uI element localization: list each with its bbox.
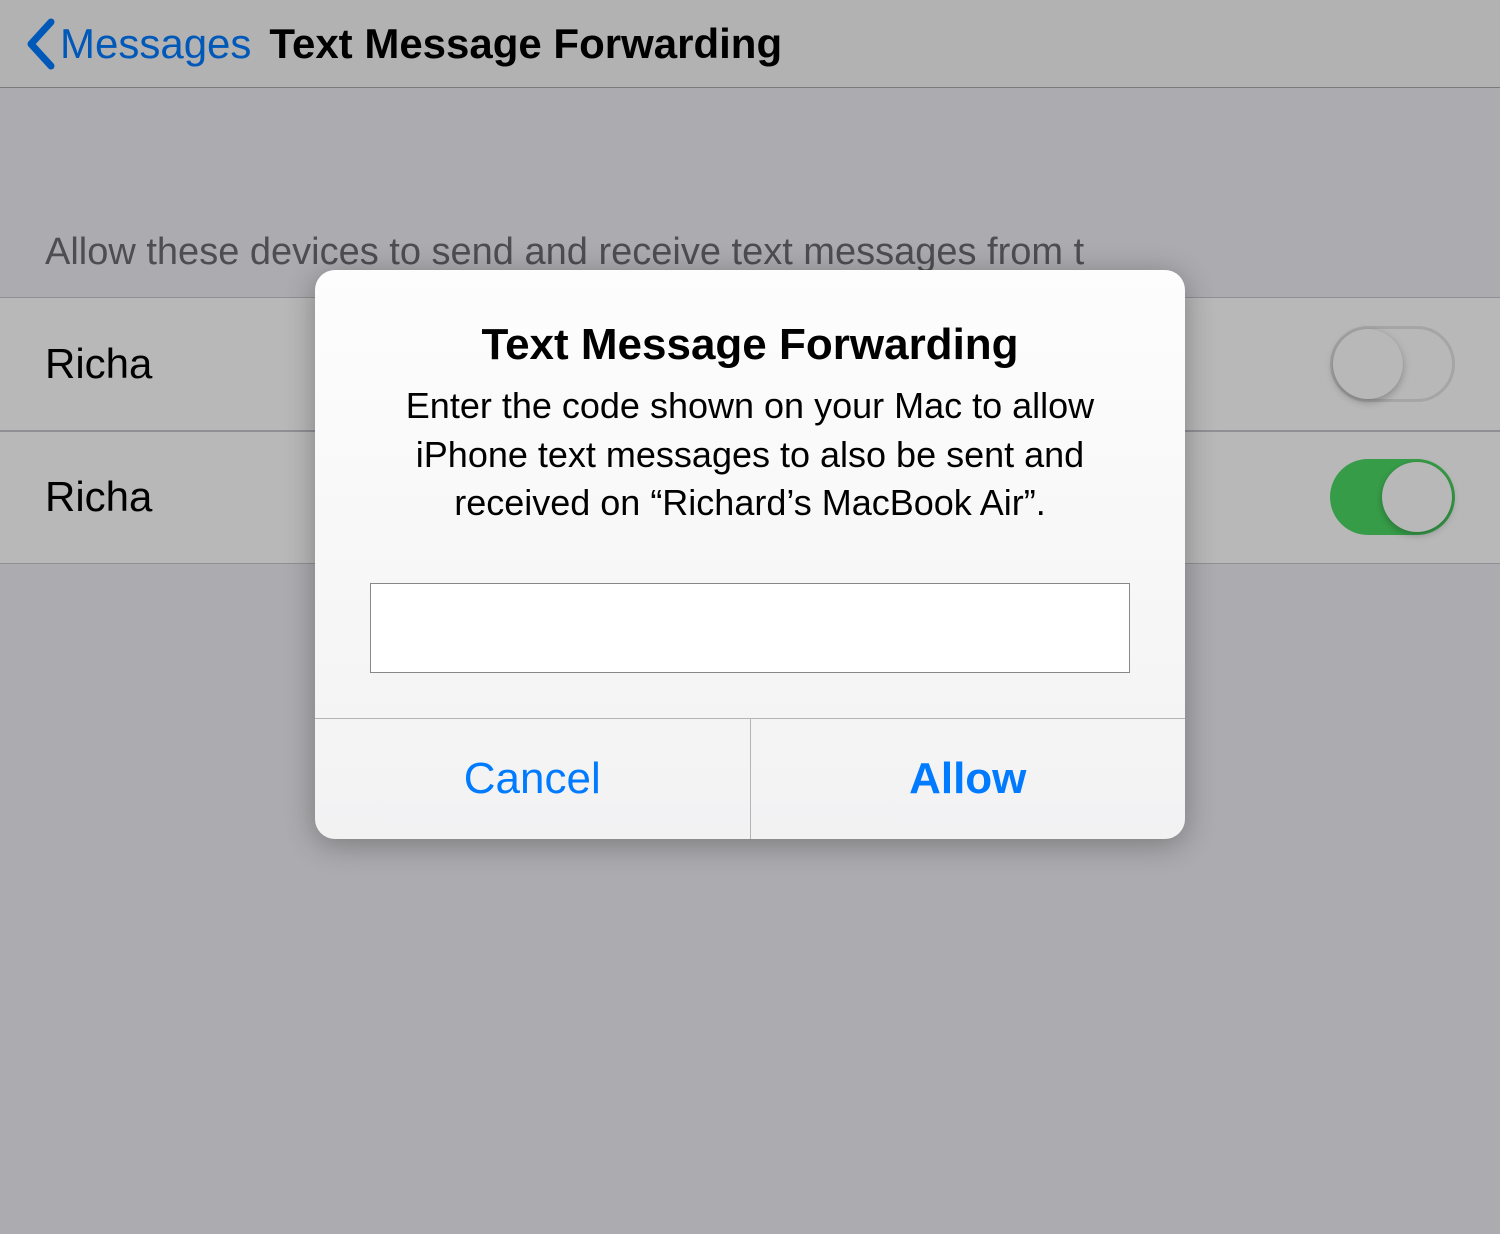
verification-code-input[interactable] [370,583,1130,673]
alert-buttons: Cancel Allow [315,718,1185,839]
alert-content: Text Message Forwarding Enter the code s… [315,270,1185,718]
alert-title: Text Message Forwarding [360,320,1140,370]
alert-message: Enter the code shown on your Mac to allo… [360,382,1140,528]
alert-dialog: Text Message Forwarding Enter the code s… [315,270,1185,839]
cancel-button[interactable]: Cancel [315,719,751,839]
allow-button[interactable]: Allow [751,719,1186,839]
